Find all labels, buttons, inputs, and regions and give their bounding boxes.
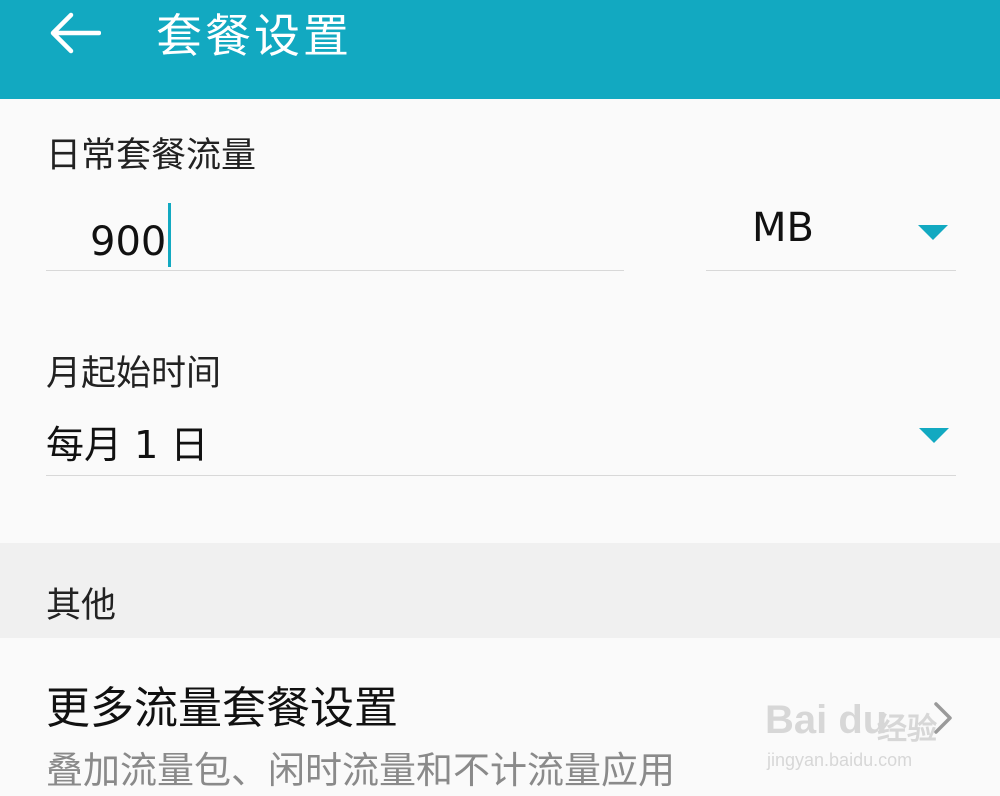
start-date-value: 每月 1 日 — [46, 423, 209, 467]
text-cursor — [168, 203, 172, 267]
watermark-url: jingyan.baidu.com — [767, 750, 913, 770]
start-date-label: 月起始时间 — [46, 354, 222, 394]
group-header-other: 其他 — [0, 543, 1000, 638]
unit-dropdown[interactable]: MB — [706, 195, 956, 271]
arrow-left-icon — [49, 11, 102, 59]
watermark-brand-cn: 经验 — [877, 712, 937, 747]
app-bar: 套餐设置 — [0, 0, 1000, 99]
more-settings-title: 更多流量套餐设置 — [46, 683, 398, 734]
baidu-watermark: Bai du 经验 jingyan.baidu.com — [765, 690, 955, 780]
triangle-down-icon — [918, 225, 948, 240]
group-header-label: 其他 — [46, 586, 117, 626]
back-button[interactable] — [30, 0, 120, 70]
unit-dropdown-underline — [706, 270, 956, 271]
daily-plan-input[interactable]: 900 — [90, 203, 172, 267]
more-settings-subtitle: 叠加流量包、闲时流量和不计流量应用 — [46, 749, 675, 792]
watermark-brand: Bai du — [765, 698, 888, 742]
start-date-dropdown[interactable]: 每月 1 日 — [46, 400, 956, 476]
start-date-underline — [46, 475, 956, 476]
triangle-down-icon — [919, 428, 949, 443]
page-title: 套餐设置 — [156, 9, 352, 63]
daily-plan-label: 日常套餐流量 — [46, 136, 257, 176]
unit-value: MB — [752, 205, 814, 251]
daily-plan-value: 900 — [90, 219, 167, 265]
daily-plan-input-underline — [46, 270, 624, 271]
